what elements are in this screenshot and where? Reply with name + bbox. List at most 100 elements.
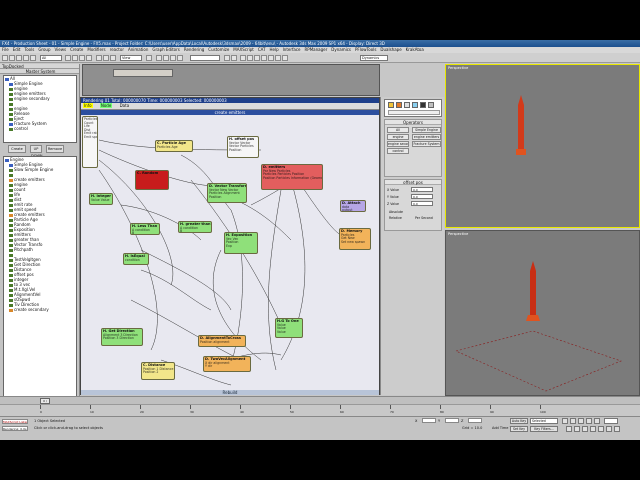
menu-item-14[interactable]: Help <box>269 47 278 52</box>
menu-item-18[interactable]: PFlowTools <box>355 47 376 52</box>
shapes-icon[interactable] <box>396 102 402 108</box>
maxscript-listener[interactable]: MAXScript Listener <box>2 419 28 424</box>
node-port[interactable]: Y dir <box>205 365 249 369</box>
node-port[interactable]: Emit speed <box>84 135 97 140</box>
snap-toggle-icon[interactable] <box>156 55 162 61</box>
auto-key-button[interactable]: Auto Key <box>510 418 528 424</box>
button-engine[interactable]: engine <box>387 134 409 140</box>
object-name-field[interactable] <box>388 110 440 115</box>
named-selection-field[interactable] <box>190 55 220 61</box>
key-filters-button[interactable]: Key Filters... <box>530 426 558 432</box>
cameras-icon[interactable] <box>412 102 418 108</box>
x-coord-field[interactable] <box>422 418 436 423</box>
node-port[interactable]: Position alignment <box>200 340 244 345</box>
node-vector-transform[interactable]: D. Vector Transform Vector New Vector Part… <box>207 183 247 203</box>
menu-item-8[interactable]: Animation <box>128 47 148 52</box>
operator-tree[interactable]: Engine Simple Engine Slow Simple Engine cre… <box>3 156 77 412</box>
node-port[interactable]: condition <box>125 258 147 263</box>
node-h-to-one[interactable]: H.G To One Value Value Value <box>275 318 303 338</box>
menu-item-7[interactable]: reactor <box>110 47 124 52</box>
y-value-spinner[interactable]: 0.0 <box>411 194 433 199</box>
node-two-vec-alignment[interactable]: D. TwoVecAlignment X dir alignment Y dir <box>203 356 251 372</box>
tree-item[interactable]: create secondary <box>4 307 76 312</box>
field-of-view-icon[interactable] <box>590 426 596 432</box>
quick-render-icon[interactable] <box>282 55 288 61</box>
material-editor-icon[interactable] <box>261 55 267 61</box>
node-distance[interactable]: C. Distance Position 1 Distance Position 2 <box>141 362 175 380</box>
button-control[interactable]: control <box>387 148 409 154</box>
node-port[interactable]: Position Particles Information (Geometry… <box>263 176 322 181</box>
node-port[interactable]: output <box>342 209 364 211</box>
move-icon[interactable] <box>96 55 102 61</box>
background-viewport[interactable] <box>82 64 380 96</box>
time-slider-bar[interactable]: 0 / 100 <box>0 396 640 408</box>
redo-icon[interactable] <box>9 55 15 61</box>
z-value-spinner[interactable]: 0.0 <box>411 201 433 206</box>
node-is-equal[interactable]: H. IsEqual condition <box>123 253 149 265</box>
zoom-all-icon[interactable] <box>574 426 580 432</box>
node-port[interactable]: Position <box>229 148 257 153</box>
scale-icon[interactable] <box>110 55 116 61</box>
window-crossing-icon[interactable] <box>86 55 92 61</box>
system-tree[interactable]: All Simple Engine engine engine emitters eng… <box>3 75 77 143</box>
y-coord-field[interactable] <box>445 418 459 423</box>
current-frame-field[interactable] <box>604 418 618 424</box>
floating-dialog[interactable] <box>113 69 173 77</box>
menu-item-3[interactable]: Group <box>38 47 50 52</box>
absolute-radio[interactable]: Absolute <box>389 210 403 214</box>
node-particle-loop[interactable]: ParticlesCountLifeDistEmit rateEmit spee… <box>82 116 98 168</box>
menu-item-12[interactable]: MAXScript <box>233 47 254 52</box>
node-less-than[interactable]: H. Less Than A condition B <box>130 223 160 235</box>
go-to-end-icon[interactable] <box>594 418 600 424</box>
select-by-name-icon[interactable] <box>72 55 78 61</box>
node-port[interactable]: B <box>180 230 210 232</box>
geometry-icon[interactable] <box>388 102 394 108</box>
set-key-button[interactable]: Set Key <box>510 426 528 432</box>
menu-item-1[interactable]: Edit <box>13 47 21 52</box>
node-port[interactable]: Position 2 <box>143 371 173 375</box>
next-frame-icon[interactable] <box>586 418 592 424</box>
menu-item-10[interactable]: Rendering <box>184 47 204 52</box>
spacewarps-icon[interactable] <box>428 102 434 108</box>
region-select-icon[interactable] <box>79 55 85 61</box>
link-icon[interactable] <box>16 55 22 61</box>
menu-item-16[interactable]: RPManager <box>305 47 328 52</box>
menu-item-0[interactable]: File <box>2 47 9 52</box>
play-icon[interactable] <box>578 418 584 424</box>
viewport-top[interactable]: Perspective <box>445 64 640 228</box>
align-icon[interactable] <box>231 55 237 61</box>
node-graph-canvas[interactable]: create emitters Particles Count Life Dis… <box>81 109 379 390</box>
rotate-icon[interactable] <box>103 55 109 61</box>
zoom-icon[interactable] <box>566 426 572 432</box>
node-offset-pos[interactable]: H. offset pos Vector Vector Vector Particl… <box>227 136 259 158</box>
tree-item[interactable]: control <box>4 126 76 131</box>
spinner-snap-icon[interactable] <box>177 55 183 61</box>
select-object-icon[interactable] <box>65 55 71 61</box>
menu-item-13[interactable]: CAT <box>258 47 266 52</box>
menu-item-17[interactable]: Dynamics <box>331 47 351 52</box>
button-engine-secondary[interactable]: engine secondary <box>387 141 409 147</box>
create-tab-icons[interactable] <box>384 99 442 117</box>
menu-item-2[interactable]: Tools <box>24 47 34 52</box>
menu-item-4[interactable]: Views <box>55 47 67 52</box>
node-port[interactable]: Value Value <box>91 198 111 203</box>
undo-icon[interactable] <box>2 55 8 61</box>
node-exposition[interactable]: H. Exposition Vec Vec Position Exp <box>224 232 258 254</box>
node-emitters[interactable]: D. emitters Par New Particles Particles Pa… <box>261 164 323 190</box>
node-alignment-to-cross[interactable]: D. AlignmentToCross Position alignment <box>198 335 246 347</box>
render-setup-icon[interactable] <box>268 55 274 61</box>
node-port[interactable]: Position <box>209 195 245 200</box>
pan-icon[interactable] <box>598 426 604 432</box>
button-fracture-system[interactable]: Fracture System <box>412 141 441 147</box>
menu-item-6[interactable]: Modifiers <box>87 47 105 52</box>
node-memory[interactable]: D. Memory Particles Get New Set new spawn <box>339 228 371 250</box>
node-port[interactable]: Particles Age <box>157 145 191 150</box>
node-port[interactable]: B <box>132 232 158 234</box>
angle-snap-icon[interactable] <box>163 55 169 61</box>
pivot-center-icon[interactable] <box>146 55 152 61</box>
tab-info[interactable]: Info <box>83 103 93 108</box>
menu-item-20[interactable]: KrakAtoa <box>406 47 424 52</box>
percent-snap-icon[interactable] <box>170 55 176 61</box>
up-down-button[interactable]: UP DOWN <box>30 145 43 158</box>
node-attach[interactable]: D. Attach data output <box>340 200 366 212</box>
